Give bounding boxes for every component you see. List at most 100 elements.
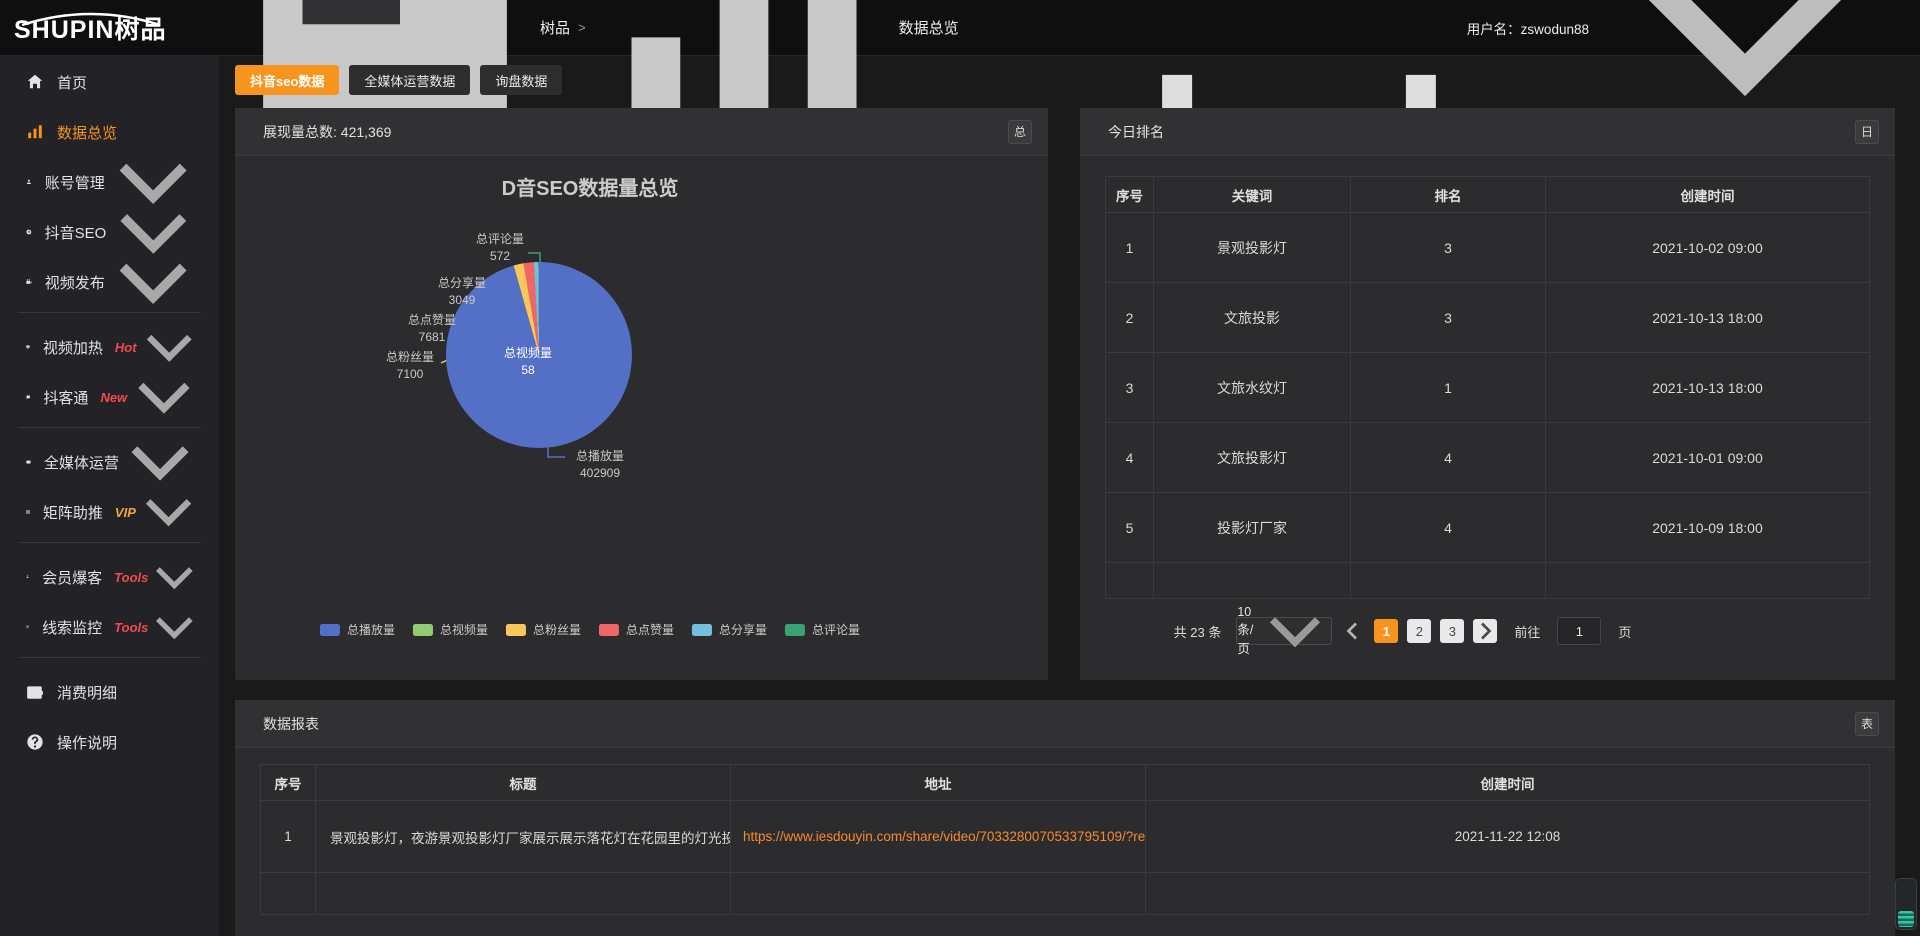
- report-time-cell: 2021-11-22 12:08: [1146, 801, 1870, 873]
- next-page-button[interactable]: [1473, 619, 1497, 643]
- legend-item[interactable]: 总视频量: [413, 621, 488, 638]
- total-badge-button[interactable]: 总: [1008, 120, 1032, 144]
- sidebar-item-label: 操作说明: [57, 732, 117, 753]
- prev-page-button[interactable]: [1341, 619, 1365, 643]
- user-icon: [26, 179, 32, 185]
- table-row-empty: [1106, 563, 1870, 599]
- panel-title: 数据报表: [263, 714, 319, 734]
- username-label: 用户名：zswodun88: [1467, 18, 1589, 38]
- pie-label-shares: 总分享量 3049: [438, 275, 486, 309]
- pie-label-value: 402909: [576, 465, 624, 482]
- table-cell: 2: [1106, 283, 1154, 353]
- sidebar-item-label: 视频发布: [45, 272, 105, 293]
- sidebar-item-label: 会员爆客: [42, 567, 102, 588]
- pie-chart-area: D音SEO数据量总览 总评论量 572 总分享量: [235, 156, 1048, 679]
- table-cell: 投影灯厂家: [1154, 493, 1351, 563]
- sidebar-item-matrix-boost[interactable]: 矩阵助推VIP: [0, 492, 219, 532]
- table-header-cell: 排名: [1351, 177, 1546, 213]
- table-header-cell: 序号: [1106, 177, 1154, 213]
- filter-icon: [26, 625, 29, 628]
- sidebar-item-label: 抖音SEO: [45, 222, 107, 243]
- gear-icon: [26, 229, 32, 235]
- grid-icon: [26, 510, 30, 514]
- goto-page-suffix: 页: [1618, 622, 1631, 641]
- table-cell: 文旅水纹灯: [1154, 353, 1351, 423]
- table-badge-button[interactable]: 表: [1855, 712, 1879, 736]
- ranking-panel: 今日排名 日 序号 关键词 排名 创建时间 1景观投影灯32021-10-02 …: [1080, 108, 1895, 680]
- monitor-icon: [26, 460, 31, 465]
- chevron-down-icon: [148, 551, 201, 604]
- ranking-panel-header: 今日排名 日: [1080, 108, 1895, 156]
- sidebar-divider: [18, 657, 201, 658]
- breadcrumb-label: 树品: [540, 17, 570, 38]
- table-cell: [731, 873, 1146, 915]
- legend-item[interactable]: 总粉丝量: [506, 621, 581, 638]
- table-row: 2文旅投影32021-10-13 18:00: [1106, 283, 1870, 353]
- report-table: 序号 标题 地址 创建时间 1景观投影灯，夜游景观投影灯厂家展示展示落花灯在花园…: [260, 764, 1870, 915]
- tab-media-operation-data[interactable]: 全媒体运营数据: [349, 65, 470, 95]
- table-row: 4文旅投影灯42021-10-01 09:00: [1106, 423, 1870, 493]
- sidebar-item-label: 账号管理: [45, 172, 105, 193]
- table-cell: 2021-10-09 18:00: [1546, 493, 1870, 563]
- table-cell: 5: [1106, 493, 1154, 563]
- screen-icon: [26, 345, 30, 349]
- page-button-2[interactable]: 2: [1407, 619, 1431, 643]
- tabs: 抖音seo数据全媒体运营数据询盘数据: [235, 65, 1895, 95]
- sidebar-item-lead-monitor[interactable]: 线索监控Tools: [0, 607, 219, 647]
- chevron-left-icon: [1341, 619, 1365, 643]
- sidebar-item-label: 消费明细: [57, 682, 117, 703]
- table-cell: [1351, 563, 1546, 599]
- main-content: 抖音seo数据全媒体运营数据询盘数据 展现量总数: 421,369 总 D音SE…: [219, 56, 1920, 936]
- table-cell: 2021-10-01 09:00: [1546, 423, 1870, 493]
- sidebar-item-label: 线索监控: [42, 617, 102, 638]
- legend-item[interactable]: 总评论量: [785, 621, 860, 638]
- legend-chip: [413, 624, 433, 636]
- table-cell: 3: [1351, 283, 1546, 353]
- pie-label-value: 3049: [438, 292, 486, 309]
- table-header-cell: 创建时间: [1146, 765, 1870, 801]
- tab-douyin-seo-data[interactable]: 抖音seo数据: [235, 65, 339, 95]
- sidebar-item-badge: New: [100, 390, 127, 405]
- pie-label-value: 58: [504, 362, 552, 379]
- sidebar-item-help[interactable]: 操作说明: [0, 722, 219, 762]
- table-cell: 景观投影灯: [1154, 213, 1351, 283]
- pie-label-comments: 总评论量 572: [476, 231, 524, 265]
- table-cell: [316, 873, 731, 915]
- day-badge-button[interactable]: 日: [1855, 120, 1879, 144]
- pie-label-name: 总粉丝量: [386, 349, 434, 366]
- sidebar-item-douketong[interactable]: 抖客通New: [0, 377, 219, 417]
- page-size-select[interactable]: 10条/页: [1236, 617, 1332, 645]
- pie-label-value: 572: [476, 248, 524, 265]
- sidebar-item-expense-detail[interactable]: 消费明细: [0, 672, 219, 712]
- table-header-row: 序号 标题 地址 创建时间: [261, 765, 1870, 801]
- sidebar-item-badge: Tools: [114, 570, 148, 585]
- legend-label: 总粉丝量: [533, 621, 581, 638]
- table-header-cell: 关键词: [1154, 177, 1351, 213]
- table-row: 1景观投影灯，夜游景观投影灯厂家展示展示落花灯在花园里的灯光投影应用效果 #ht…: [261, 801, 1870, 873]
- table-row: 5投影灯厂家42021-10-09 18:00: [1106, 493, 1870, 563]
- legend-item[interactable]: 总播放量: [320, 621, 395, 638]
- table-cell: 1: [1351, 353, 1546, 423]
- table-cell: 1: [1106, 213, 1154, 283]
- report-url-cell: https://www.iesdouyin.com/share/video/70…: [731, 801, 1146, 873]
- goto-page-input[interactable]: [1557, 617, 1601, 645]
- tab-inquiry-data[interactable]: 询盘数据: [480, 65, 562, 95]
- legend-item[interactable]: 总点赞量: [599, 621, 674, 638]
- page-button-1[interactable]: 1: [1374, 619, 1398, 643]
- pie-label-name: 总播放量: [576, 448, 624, 465]
- report-link[interactable]: https://www.iesdouyin.com/share/video/70…: [743, 829, 1146, 844]
- logo-arc: [16, 12, 166, 26]
- sidebar-items: 首页数据总览账号管理抖音SEO视频发布视频加热Hot抖客通New全媒体运营矩阵助…: [0, 62, 219, 762]
- page-button-3[interactable]: 3: [1440, 619, 1464, 643]
- legend-item[interactable]: 总分享量: [692, 621, 767, 638]
- sidebar-item-home[interactable]: 首页: [0, 62, 219, 102]
- report-panel-header: 数据报表 表: [235, 700, 1895, 748]
- sidebar-item-video-publish[interactable]: 视频发布: [0, 262, 219, 302]
- sidebar-item-media-operation[interactable]: 全媒体运营: [0, 442, 219, 482]
- sidebar-item-member-burst[interactable]: 会员爆客 Tools: [0, 557, 219, 597]
- page-size-value: 10条/页: [1237, 605, 1253, 657]
- report-title-cell: 景观投影灯，夜游景观投影灯厂家展示展示落花灯在花园里的灯光投影应用效果 #: [316, 801, 731, 873]
- table-cell: [261, 873, 316, 915]
- sidebar-item-label: 矩阵助推: [43, 502, 103, 523]
- floating-widget[interactable]: [1895, 878, 1917, 930]
